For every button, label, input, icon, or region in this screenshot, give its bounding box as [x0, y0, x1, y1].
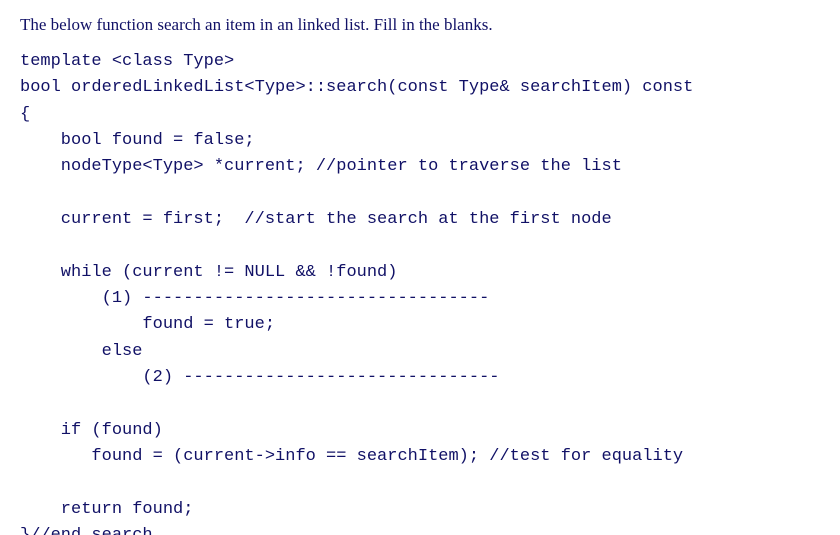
- code-line: template <class Type>: [20, 52, 234, 71]
- code-line: bool orderedLinkedList<Type>::search(con…: [20, 78, 693, 97]
- code-line: nodeType<Type> *current; //pointer to tr…: [20, 157, 622, 176]
- code-line: found = (current->info == searchItem); /…: [20, 447, 683, 466]
- question-page: The below function search an item in an …: [0, 0, 840, 535]
- code-line: current = first; //start the search at t…: [20, 210, 612, 229]
- code-line: while (current != NULL && !found): [20, 263, 397, 282]
- question-prompt: The below function search an item in an …: [20, 14, 820, 37]
- code-line: if (found): [20, 421, 163, 440]
- code-line: found = true;: [20, 315, 275, 334]
- code-line: {: [20, 105, 30, 124]
- code-block: template <class Type> bool orderedLinked…: [20, 49, 820, 535]
- code-line-blank-2: (2) -------------------------------: [20, 368, 499, 387]
- code-line-blank-1: (1) ----------------------------------: [20, 289, 489, 308]
- code-line: else: [20, 342, 142, 361]
- code-line: bool found = false;: [20, 131, 255, 150]
- code-line: return found;: [20, 500, 193, 519]
- code-line: }//end search: [20, 526, 153, 535]
